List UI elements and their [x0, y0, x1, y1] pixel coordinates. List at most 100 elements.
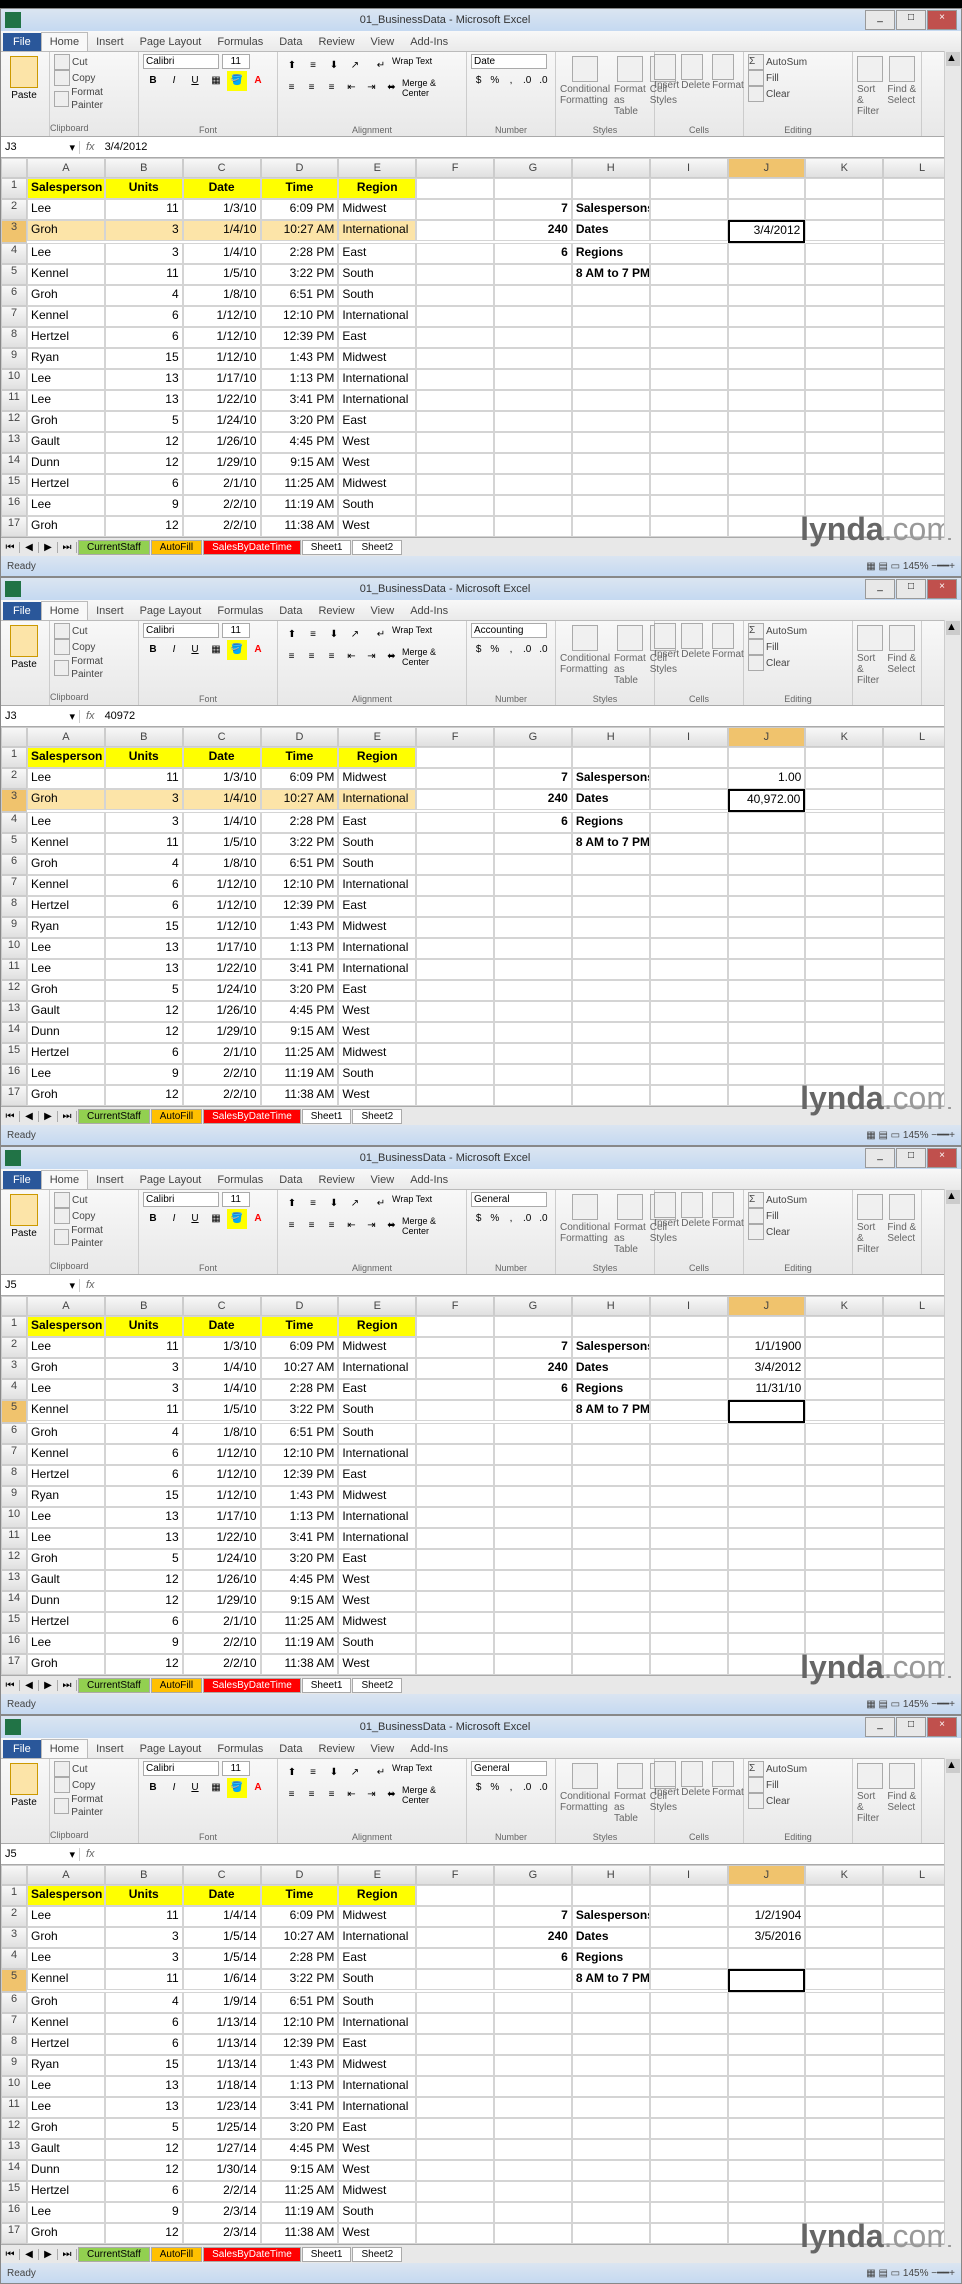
cell[interactable]: 1/3/10	[183, 199, 261, 220]
cell[interactable]: 6:09 PM	[261, 1337, 339, 1358]
cell[interactable]: 3	[105, 1948, 183, 1969]
cell[interactable]	[416, 2223, 494, 2244]
cell[interactable]	[494, 1444, 572, 1465]
number-format-select[interactable]: General	[471, 1192, 547, 1207]
nav-last-icon[interactable]: ⏭	[58, 2249, 77, 2260]
cell[interactable]: 6	[494, 1948, 572, 1969]
view-normal-icon[interactable]: ▦	[866, 561, 875, 572]
cell[interactable]	[572, 390, 650, 411]
cell[interactable]: 1/26/10	[183, 1001, 261, 1022]
row-header[interactable]: 2	[1, 768, 27, 789]
clear-button[interactable]: Clear	[748, 1793, 848, 1809]
cell[interactable]	[728, 1612, 806, 1633]
minimize-button[interactable]: _	[865, 1717, 895, 1737]
cell[interactable]	[494, 854, 572, 875]
cell[interactable]	[416, 178, 494, 199]
cell[interactable]: International	[338, 306, 416, 327]
row-header[interactable]: 4	[1, 1948, 27, 1969]
cell[interactable]: Salespersons	[572, 1906, 650, 1927]
table-header-cell[interactable]: Time	[261, 747, 339, 768]
row-header[interactable]: 3	[1, 1358, 27, 1379]
cell[interactable]	[494, 453, 572, 474]
cell[interactable]	[805, 327, 883, 348]
cell[interactable]	[416, 1906, 494, 1927]
cell[interactable]	[494, 1400, 572, 1421]
cell[interactable]: 2/1/10	[183, 1043, 261, 1064]
cell[interactable]: Hertzel	[27, 474, 105, 495]
copy-button[interactable]: Copy	[54, 1208, 134, 1224]
row-header[interactable]: 2	[1, 199, 27, 220]
sheet-tab[interactable]: Sheet2	[352, 1678, 402, 1693]
cell[interactable]	[728, 938, 806, 959]
row-header[interactable]: 15	[1, 1043, 27, 1064]
cell[interactable]: 11:38 AM	[261, 516, 339, 537]
cell[interactable]: 4	[105, 1423, 183, 1444]
cell[interactable]: 2/2/14	[183, 2181, 261, 2202]
cell[interactable]	[416, 2076, 494, 2097]
cell[interactable]	[805, 1549, 883, 1570]
col-header[interactable]: J	[728, 1865, 806, 1885]
cell[interactable]: 11	[105, 1906, 183, 1927]
number-format-select[interactable]: Accounting	[471, 623, 547, 638]
cell[interactable]: Hertzel	[27, 2034, 105, 2055]
cell[interactable]: Lee	[27, 199, 105, 220]
cell[interactable]: 4:45 PM	[261, 1001, 339, 1022]
cell[interactable]: East	[338, 243, 416, 264]
cell[interactable]: 2/2/10	[183, 1633, 261, 1654]
home-tab[interactable]: Home	[41, 1170, 88, 1189]
col-header[interactable]: A	[27, 1296, 105, 1316]
cell[interactable]	[494, 1085, 572, 1106]
wrap-text-button[interactable]: ↵	[371, 56, 391, 76]
cell[interactable]	[728, 1570, 806, 1591]
merge-center-button[interactable]: ⬌	[382, 78, 401, 98]
cell[interactable]: 4:45 PM	[261, 432, 339, 453]
review-tab[interactable]: Review	[310, 1740, 362, 1758]
cell[interactable]	[805, 1885, 883, 1906]
cell[interactable]	[416, 516, 494, 537]
maximize-button[interactable]: □	[896, 579, 926, 599]
col-header[interactable]: D	[261, 158, 339, 178]
cell[interactable]: Dunn	[27, 1591, 105, 1612]
cell[interactable]: 6:51 PM	[261, 854, 339, 875]
insert-tab[interactable]: Insert	[88, 602, 132, 620]
increase-decimal-button[interactable]: .0	[520, 1209, 535, 1229]
format-as-table-icon[interactable]	[617, 1763, 643, 1789]
cell[interactable]	[728, 1064, 806, 1085]
orientation-button[interactable]: ↗	[345, 625, 365, 645]
cell[interactable]: 1:13 PM	[261, 938, 339, 959]
cell[interactable]	[494, 390, 572, 411]
cell[interactable]: 8 AM to 7 PM	[572, 1400, 650, 1421]
table-header-cell[interactable]: Salesperson	[27, 178, 105, 199]
cell[interactable]: Regions	[572, 1379, 650, 1400]
col-header[interactable]: D	[261, 727, 339, 747]
cell[interactable]: East	[338, 1549, 416, 1570]
cell[interactable]	[494, 516, 572, 537]
fill-button[interactable]: Fill	[748, 639, 848, 655]
cell[interactable]	[728, 1400, 806, 1423]
cell[interactable]: 8 AM to 7 PM	[572, 833, 650, 854]
cell[interactable]	[728, 2013, 806, 2034]
cell[interactable]	[416, 1379, 494, 1400]
cell[interactable]	[728, 390, 806, 411]
cell[interactable]: 3:22 PM	[261, 264, 339, 285]
align-bottom-button[interactable]: ⬇	[324, 56, 344, 76]
cell[interactable]	[805, 2097, 883, 2118]
decrease-indent-button[interactable]: ⇤	[342, 78, 361, 98]
home-tab[interactable]: Home	[41, 1739, 88, 1758]
col-header[interactable]: I	[650, 1865, 728, 1885]
cell[interactable]	[572, 875, 650, 896]
col-header[interactable]	[1, 1296, 27, 1316]
cell[interactable]	[650, 2013, 728, 2034]
row-header[interactable]: 7	[1, 306, 27, 327]
cell[interactable]	[494, 896, 572, 917]
cell[interactable]: Lee	[27, 2076, 105, 2097]
cell[interactable]: South	[338, 495, 416, 516]
row-header[interactable]: 13	[1, 1570, 27, 1591]
insert-cells-icon[interactable]	[654, 1192, 676, 1218]
col-header[interactable]: F	[416, 1865, 494, 1885]
cell[interactable]: 11:25 AM	[261, 474, 339, 495]
cell[interactable]	[650, 833, 728, 854]
merge-center-button[interactable]: ⬌	[382, 647, 401, 667]
cell[interactable]	[728, 178, 806, 199]
cell[interactable]: 2:28 PM	[261, 243, 339, 264]
